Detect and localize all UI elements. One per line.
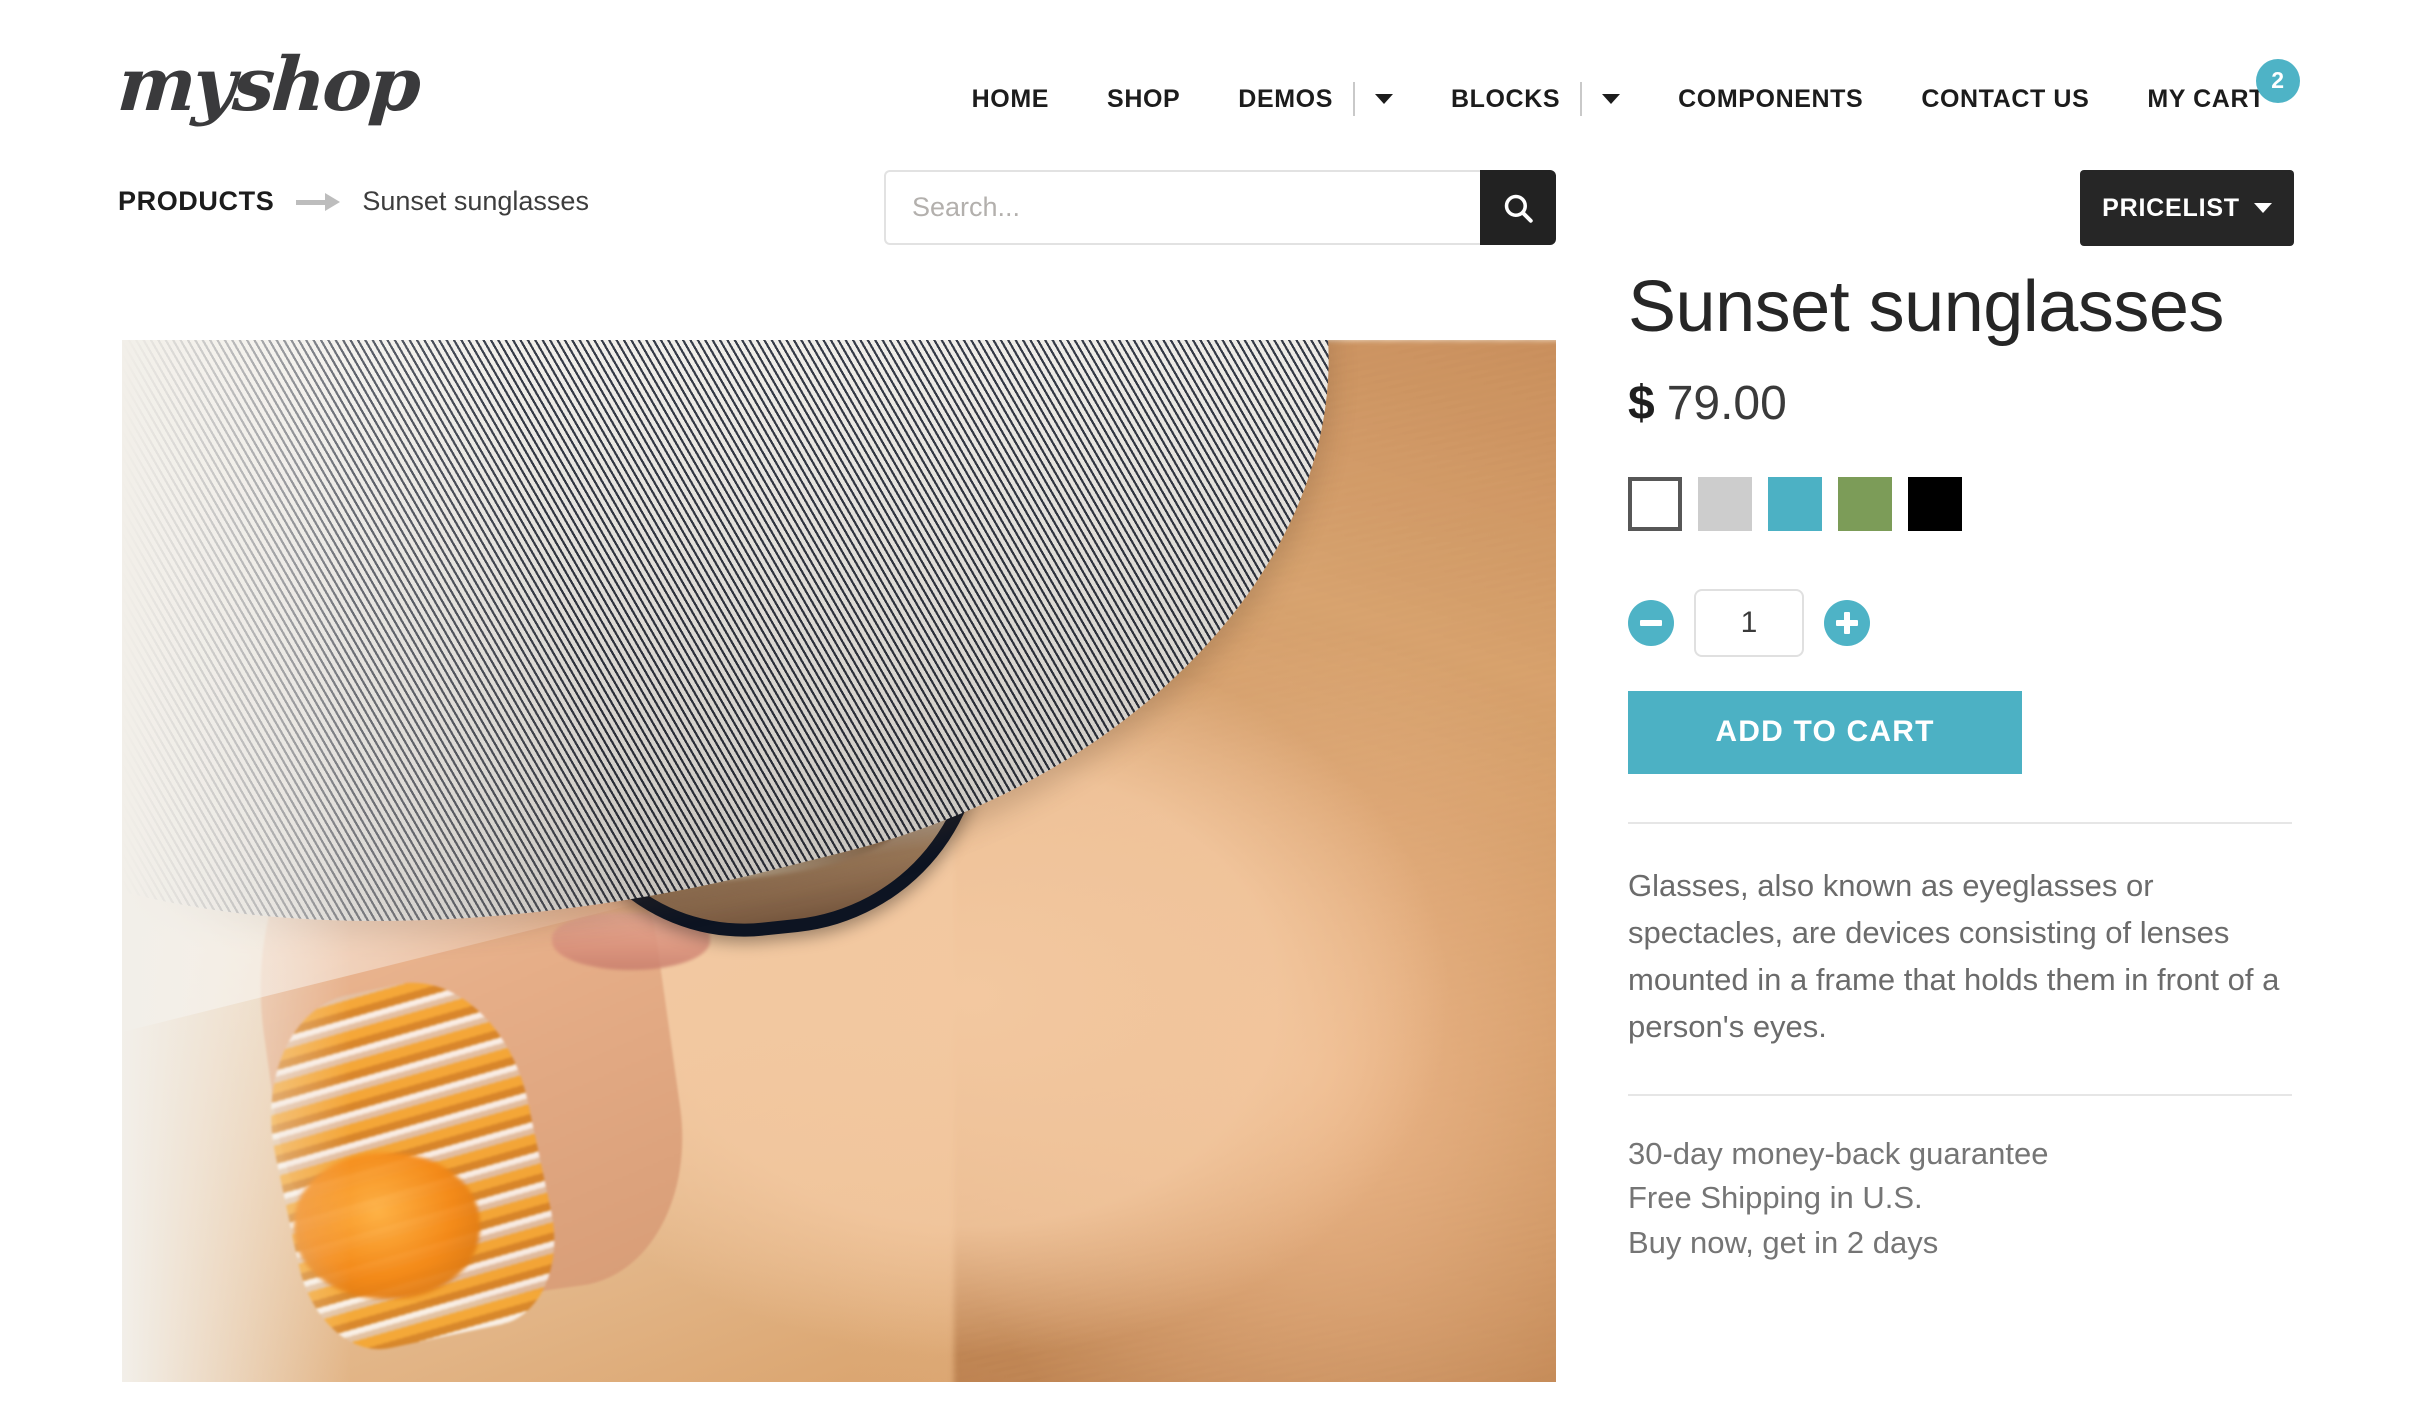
sub-header-bar: PRODUCTS Sunset sunglasses PRICELIST bbox=[0, 170, 2412, 270]
shipping-line-guarantee: 30-day money-back guarantee bbox=[1628, 1136, 2049, 1172]
color-swatch-light-gray[interactable] bbox=[1698, 476, 1752, 531]
product-image[interactable] bbox=[122, 340, 1556, 1382]
nav-item-my-cart[interactable]: MY CART 2 bbox=[2118, 58, 2300, 114]
shipping-line-delivery: Buy now, get in 2 days bbox=[1628, 1224, 1939, 1260]
nav-demos-dropdown-toggle[interactable] bbox=[1352, 82, 1393, 116]
color-swatch-black[interactable] bbox=[1908, 476, 1962, 531]
nav-blocks-dropdown-toggle[interactable] bbox=[1580, 82, 1621, 116]
search-icon bbox=[1504, 194, 1533, 223]
divider-above-shipping bbox=[1628, 1094, 2292, 1097]
color-swatch-olive-green[interactable] bbox=[1838, 476, 1892, 531]
product-page: myshop HOME SHOP DEMOS BLOCKS COMPONENTS… bbox=[0, 0, 2412, 1416]
quantity-increase-button[interactable] bbox=[1824, 599, 1870, 646]
add-to-cart-button[interactable]: ADD TO CART bbox=[1628, 690, 2022, 774]
chevron-down-icon bbox=[2253, 203, 2272, 213]
nav-label-shop: SHOP bbox=[1107, 84, 1181, 113]
search-input[interactable] bbox=[884, 170, 1480, 245]
cart-count-badge: 2 bbox=[2256, 58, 2300, 103]
nav-label-blocks: BLOCKS bbox=[1450, 84, 1561, 113]
breadcrumb-current: Sunset sunglasses bbox=[362, 186, 589, 216]
nav-item-demos[interactable]: DEMOS bbox=[1209, 82, 1422, 116]
nav-label-components: COMPONENTS bbox=[1678, 84, 1864, 113]
nav-item-blocks[interactable]: BLOCKS bbox=[1422, 82, 1649, 116]
page-title: Sunset sunglasses bbox=[1628, 267, 2224, 347]
color-swatch-teal[interactable] bbox=[1768, 476, 1822, 531]
nav-item-shop[interactable]: SHOP bbox=[1078, 85, 1209, 114]
color-swatch-group bbox=[1628, 476, 2292, 531]
breadcrumb-products-link[interactable]: PRODUCTS bbox=[118, 186, 274, 217]
nav-label-demos: DEMOS bbox=[1238, 84, 1333, 113]
arrow-right-icon bbox=[296, 191, 341, 213]
chevron-down-icon bbox=[1374, 94, 1393, 104]
nav-label-my-cart: MY CART bbox=[2147, 84, 2265, 113]
color-swatch-white[interactable] bbox=[1628, 476, 1682, 531]
product-photo-illustration bbox=[122, 340, 1556, 1382]
nav-label-contact-us: CONTACT US bbox=[1921, 84, 2090, 113]
pricelist-dropdown-button[interactable]: PRICELIST bbox=[2080, 170, 2294, 246]
search-submit-button[interactable] bbox=[1480, 170, 1556, 245]
site-logo[interactable]: myshop bbox=[115, 42, 421, 128]
price-amount: 79.00 bbox=[1666, 376, 1787, 430]
nav-item-contact-us[interactable]: CONTACT US bbox=[1892, 85, 2118, 114]
quantity-input[interactable] bbox=[1694, 588, 1804, 657]
shipping-line-free-shipping: Free Shipping in U.S. bbox=[1628, 1180, 1923, 1216]
site-header: myshop HOME SHOP DEMOS BLOCKS COMPONENTS… bbox=[0, 0, 2412, 170]
product-description: Glasses, also known as eyeglasses or spe… bbox=[1628, 867, 2280, 1044]
quantity-decrease-button[interactable] bbox=[1628, 599, 1674, 646]
product-price: $ 79.00 bbox=[1628, 376, 2292, 431]
breadcrumb: PRODUCTS Sunset sunglasses bbox=[118, 186, 589, 217]
product-info-panel: Sunset sunglasses $ 79.00 ADD TO CART Gl… bbox=[1628, 267, 2292, 1265]
search-bar bbox=[884, 170, 1556, 245]
nav-label-home: HOME bbox=[971, 84, 1050, 113]
divider-above-description bbox=[1628, 821, 2292, 824]
price-currency: $ bbox=[1628, 376, 1655, 430]
main-navigation: HOME SHOP DEMOS BLOCKS COMPONENTS CONTAC… bbox=[943, 58, 2300, 116]
quantity-stepper bbox=[1628, 588, 2292, 657]
chevron-down-icon bbox=[1602, 94, 1621, 104]
nav-item-home[interactable]: HOME bbox=[943, 85, 1078, 114]
shipping-info: 30-day money-back guarantee Free Shippin… bbox=[1628, 1132, 2292, 1265]
pricelist-label: PRICELIST bbox=[2102, 193, 2240, 222]
nav-item-components[interactable]: COMPONENTS bbox=[1649, 85, 1892, 114]
